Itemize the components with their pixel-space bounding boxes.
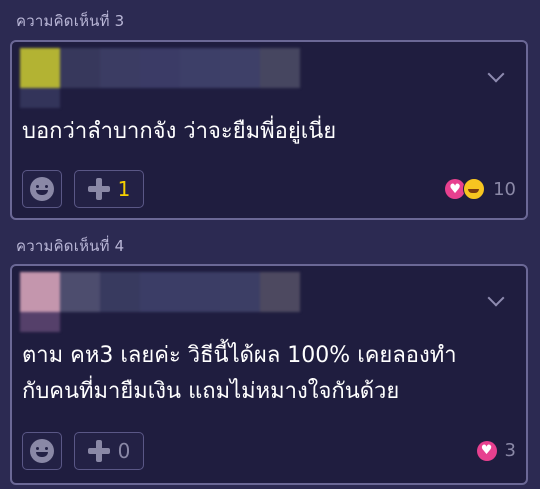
chevron-down-icon[interactable] [487, 65, 505, 83]
laugh-icon [463, 178, 486, 200]
reaction-count: 3 [504, 440, 516, 461]
plus-icon [87, 178, 110, 200]
heart-icon: ♥ [476, 440, 497, 461]
plus-icon [87, 440, 110, 462]
plus-vote-button[interactable]: 1 [74, 170, 144, 208]
plus-count: 0 [117, 439, 131, 463]
comment-text-line: กับคนที่มายืมเงิน แถมไม่หมางใจกันด้วย [22, 379, 400, 404]
comment-4-card: ตาม คห3 เลยค่ะ วิธีนี้ได้ผล 100% เคยลองท… [10, 264, 528, 485]
comment-3-card: บอกว่าลำบากจัง ว่าจะยืมพี่อยู่เนี่ย 1 ♥ … [10, 40, 528, 220]
smiley-face-icon [30, 177, 54, 201]
smiley-face-icon [30, 439, 54, 463]
emoji-reaction-button[interactable] [22, 170, 62, 208]
comment-text-line: ตาม คห3 เลยค่ะ วิธีนี้ได้ผล 100% เคยลองท… [22, 343, 457, 368]
comment-text: ตาม คห3 เลยค่ะ วิธีนี้ได้ผล 100% เคยลองท… [22, 338, 514, 410]
plus-vote-button[interactable]: 0 [74, 432, 144, 470]
comment-3-header: ความคิดเห็นที่ 3 [16, 12, 125, 30]
author-avatar-blurred [20, 48, 300, 108]
heart-icon: ♥ [445, 179, 466, 199]
chevron-down-icon[interactable] [487, 289, 505, 307]
comment-text: บอกว่าลำบากจัง ว่าจะยืมพี่อยู่เนี่ย [22, 119, 337, 144]
comment-4-header: ความคิดเห็นที่ 4 [16, 237, 125, 255]
plus-count: 1 [117, 177, 131, 201]
reaction-summary[interactable]: ♥ 10 [445, 178, 516, 200]
reaction-count: 10 [493, 178, 516, 200]
reaction-summary[interactable]: ♥ 3 [476, 440, 516, 461]
emoji-reaction-button[interactable] [22, 432, 62, 470]
author-avatar-blurred [20, 272, 300, 332]
